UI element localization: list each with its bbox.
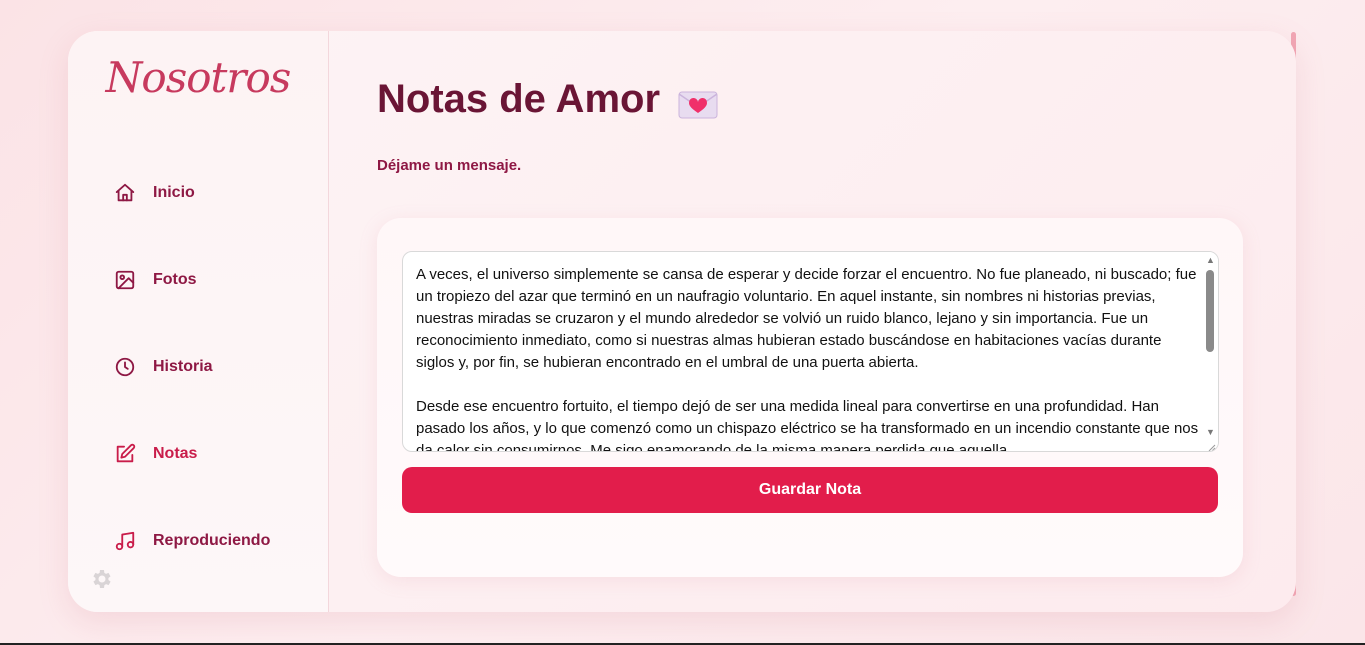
edit-icon xyxy=(114,443,136,465)
sidebar-item-label: Fotos xyxy=(153,271,197,288)
love-letter-icon xyxy=(678,85,718,118)
save-note-button[interactable]: Guardar Nota xyxy=(402,467,1218,513)
note-text[interactable]: A veces, el universo simplemente se cans… xyxy=(416,264,1201,451)
sidebar: Nosotros Inicio Fotos Historia Notas Rep… xyxy=(68,31,329,612)
note-card: A veces, el universo simplemente se cans… xyxy=(377,218,1243,577)
main-content: Notas de Amor Déjame un mensaje. A veces… xyxy=(328,31,1296,612)
music-icon xyxy=(114,530,136,552)
resize-handle-icon[interactable] xyxy=(1206,439,1216,451)
sidebar-item-inicio[interactable]: Inicio xyxy=(114,181,195,205)
scroll-down-icon[interactable]: ▼ xyxy=(1206,427,1215,437)
sidebar-item-historia[interactable]: Historia xyxy=(114,355,213,379)
scroll-up-icon[interactable]: ▲ xyxy=(1206,255,1215,265)
sidebar-item-label: Historia xyxy=(153,358,213,375)
sidebar-item-reproduciendo[interactable]: Reproduciendo xyxy=(114,529,270,553)
clock-icon xyxy=(114,356,136,378)
home-icon xyxy=(114,182,136,204)
sidebar-item-label: Notas xyxy=(153,445,198,462)
page-title: Notas de Amor xyxy=(377,77,718,122)
scrollbar-thumb[interactable] xyxy=(1206,270,1214,352)
page-title-text: Notas de Amor xyxy=(377,77,661,121)
sidebar-item-notas[interactable]: Notas xyxy=(114,442,197,466)
sidebar-item-label: Inicio xyxy=(153,184,195,201)
sidebar-item-label: Reproduciendo xyxy=(153,532,271,549)
app-window: Nosotros Inicio Fotos Historia Notas Rep… xyxy=(68,31,1296,612)
page-subtitle: Déjame un mensaje. xyxy=(377,157,522,174)
gear-icon[interactable] xyxy=(89,567,113,591)
sidebar-item-fotos[interactable]: Fotos xyxy=(114,268,197,292)
app-logo: Nosotros xyxy=(105,53,292,102)
textarea-scrollbar[interactable]: ▲ ▼ xyxy=(1202,252,1218,451)
image-icon xyxy=(114,269,136,291)
note-textarea[interactable]: A veces, el universo simplemente se cans… xyxy=(402,251,1219,452)
